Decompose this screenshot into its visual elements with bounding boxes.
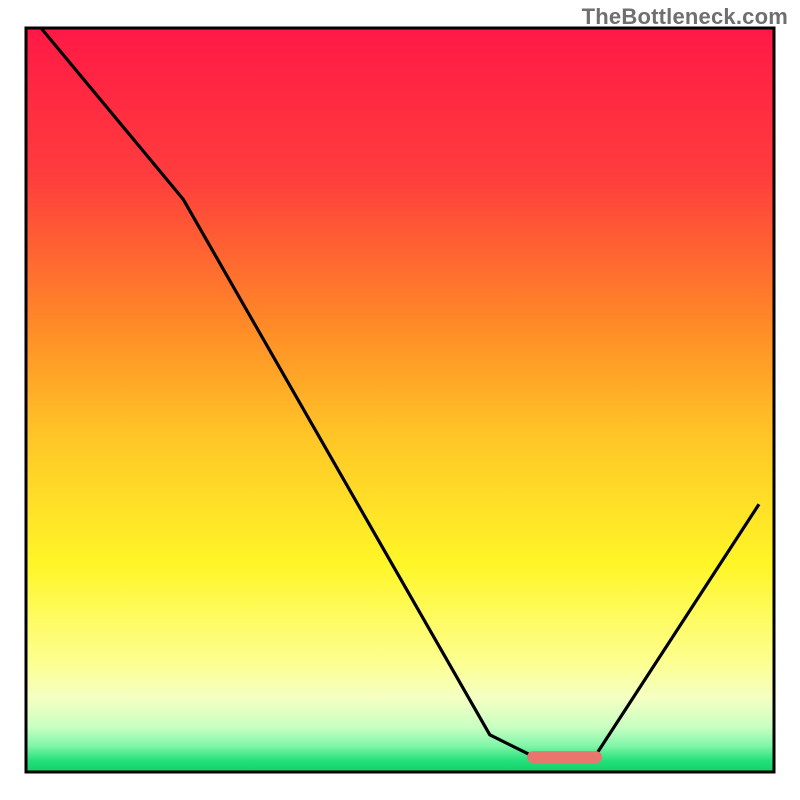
watermark-label: TheBottleneck.com	[582, 4, 788, 30]
chart-gradient-background	[26, 28, 774, 772]
bottleneck-chart	[0, 0, 800, 800]
optimum-marker	[527, 751, 602, 763]
chart-container: TheBottleneck.com	[0, 0, 800, 800]
